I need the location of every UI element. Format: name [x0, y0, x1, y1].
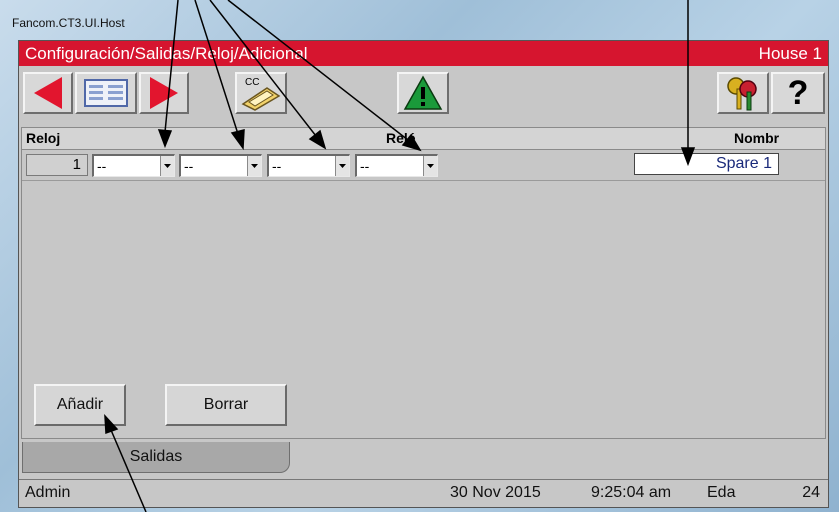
relay-select-value: -- [272, 158, 282, 174]
help-button[interactable]: ? [771, 72, 825, 114]
grid-header: Reloj Relé Nombr [22, 128, 825, 150]
card-menu-icon [84, 79, 128, 107]
status-time: 9:25:04 am [591, 484, 672, 501]
column-header-reloj: Reloj [26, 130, 61, 146]
copy-label: CC [245, 77, 259, 88]
keys-button[interactable] [717, 72, 769, 114]
status-date: 30 Nov 2015 [450, 484, 541, 501]
keys-icon [727, 77, 757, 111]
copy-config-icon: CC [241, 77, 281, 111]
warning-icon [403, 75, 443, 110]
relay-select-1[interactable]: -- [92, 154, 175, 177]
status-user: Admin [25, 484, 71, 501]
chevron-down-icon[interactable] [335, 156, 349, 176]
copy-config-button[interactable]: CC [235, 72, 287, 114]
table-row: 1 -- -- -- -- Spare 1 [22, 150, 825, 181]
status-number: 24 [802, 484, 820, 501]
toolbar: CC ? [19, 67, 828, 122]
status-bar: Admin 30 Nov 2015 9:25:04 am Eda 24 [19, 479, 828, 507]
relay-select-2[interactable]: -- [179, 154, 262, 177]
menu-button[interactable] [75, 72, 137, 114]
window-title: Fancom.CT3.UI.Host [12, 16, 125, 30]
chevron-down-icon[interactable] [160, 156, 174, 176]
relay-select-3[interactable]: -- [267, 154, 350, 177]
page-title: Configuración/Salidas/Reloj/Adicional [25, 44, 308, 63]
relay-select-4[interactable]: -- [355, 154, 438, 177]
column-header-nombre: Nombr [734, 130, 780, 146]
status-mode: Eda [707, 484, 736, 501]
relay-grid: Reloj Relé Nombr 1 -- -- -- -- Spare 1 A… [21, 127, 826, 439]
right-arrow-icon [150, 77, 178, 109]
app-panel: Configuración/Salidas/Reloj/Adicional Ho… [18, 40, 829, 508]
row-number: 1 [26, 154, 88, 176]
header-bar: Configuración/Salidas/Reloj/Adicional Ho… [19, 41, 828, 66]
add-button[interactable]: Añadir [34, 384, 126, 426]
left-arrow-icon [34, 77, 62, 109]
chevron-down-icon[interactable] [247, 156, 261, 176]
tab-strip: Salidas [19, 441, 828, 479]
forward-button[interactable] [139, 72, 189, 114]
location-label: House 1 [758, 44, 822, 63]
alarm-button[interactable] [397, 72, 449, 114]
name-field[interactable]: Spare 1 [634, 153, 779, 175]
column-header-rele: Relé [386, 130, 416, 146]
relay-select-value: -- [360, 158, 370, 174]
tab-salidas[interactable]: Salidas [22, 442, 290, 473]
delete-button[interactable]: Borrar [165, 384, 287, 426]
back-button[interactable] [23, 72, 73, 114]
relay-select-value: -- [184, 158, 194, 174]
chevron-down-icon[interactable] [423, 156, 437, 176]
relay-select-value: -- [97, 158, 107, 174]
